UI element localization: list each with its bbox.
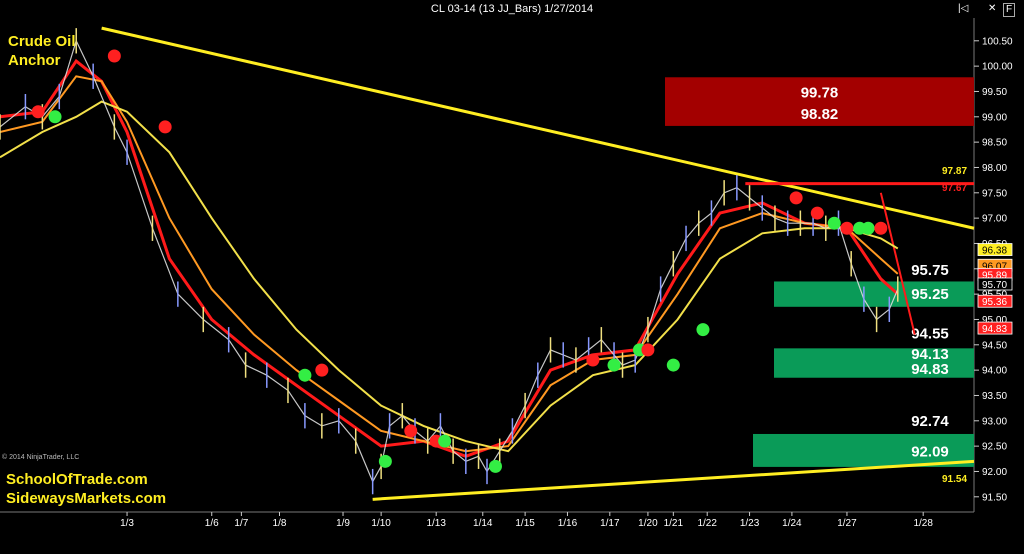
signal-dot-green [438,434,452,448]
x-tick-label: 1/7 [234,518,248,529]
y-tick-label: 94.50 [982,340,1007,351]
x-tick-label: 1/23 [740,518,760,529]
x-tick-label: 1/9 [336,518,350,529]
signal-dot-green [607,358,621,372]
price-chart[interactable]: 99.7898.8295.7595.2594.5594.1394.8392.74… [0,0,1024,554]
signal-dot-red [404,424,418,438]
moving-average-1 [0,75,899,453]
y-tick-label: 92.00 [982,467,1007,478]
zone-label-0-1: 98.82 [801,106,839,123]
price-tag-label: 95.70 [982,280,1007,291]
signal-dot-green [666,358,680,372]
signal-dot-red [107,49,121,63]
signal-dot-green [298,368,312,382]
y-tick-label: 97.00 [982,214,1007,225]
signal-dot-red [315,363,329,377]
trendline-0 [101,26,975,230]
signal-dot-red [586,353,600,367]
y-tick-label: 91.50 [982,492,1007,503]
signal-dot-red [158,120,172,134]
x-tick-label: 1/14 [473,518,493,529]
zone-label-2-0: 94.55 [911,326,949,343]
trendline-1 [372,459,975,501]
y-tick-label: 92.50 [982,442,1007,453]
signal-dot-green [827,216,841,230]
signal-dot-red [874,221,888,235]
x-tick-label: 1/13 [426,518,446,529]
footer-site-2: SidewaysMarkets.com [6,490,166,507]
signal-dot-green [48,110,62,124]
x-tick-label: 1/28 [913,518,933,529]
chart-heading-line-1: Crude Oil [8,33,76,50]
x-tick-label: 1/8 [273,518,287,529]
y-tick-label: 99.50 [982,87,1007,98]
signal-dot-red [31,105,45,119]
chart-heading-line-2: Anchor [8,52,61,69]
signal-dot-green [696,323,710,337]
price-tag-label: 94.83 [982,324,1007,335]
signal-dot-red [810,206,824,220]
x-tick-label: 1/22 [697,518,717,529]
x-tick-label: 1/16 [558,518,578,529]
x-tick-label: 1/20 [638,518,658,529]
footer-site-1: SchoolOfTrade.com [6,471,148,488]
zone-label-2-2: 94.83 [911,361,949,378]
y-tick-label: 98.50 [982,138,1007,149]
axis-annotation: 97.67 [942,183,967,194]
y-tick-label: 94.00 [982,366,1007,377]
x-tick-label: 1/21 [664,518,684,529]
x-tick-label: 1/10 [371,518,391,529]
axis-annotation: 97.87 [942,166,967,177]
x-tick-label: 1/24 [782,518,802,529]
y-tick-label: 100.00 [982,62,1013,73]
x-tick-label: 1/27 [837,518,857,529]
bottom-trendline-value: 91.54 [942,474,967,485]
zone-label-3-0: 92.74 [911,413,949,430]
zone-label-0-0: 99.78 [801,84,839,101]
y-tick-label: 93.50 [982,391,1007,402]
price-tag-label: 95.36 [982,297,1007,308]
y-tick-label: 97.50 [982,188,1007,199]
x-tick-label: 1/15 [515,518,535,529]
signal-dot-green [488,459,502,473]
signal-dot-green [378,454,392,468]
signal-dot-red [789,191,803,205]
x-tick-label: 1/3 [120,518,134,529]
y-tick-label: 99.00 [982,112,1007,123]
copyright-text: © 2014 NinjaTrader, LLC [2,453,79,461]
zone-label-1-0: 95.75 [911,262,949,279]
x-tick-label: 1/6 [205,518,219,529]
price-tag-label: 96.38 [982,246,1007,257]
x-tick-label: 1/17 [600,518,620,529]
signal-dot-red [641,343,655,357]
zone-label-3-1: 92.09 [911,443,949,460]
y-tick-label: 93.00 [982,416,1007,427]
y-tick-label: 100.50 [982,36,1013,47]
signal-dot-red [840,221,854,235]
signal-dot-green [861,221,875,235]
zone-label-1-1: 95.25 [911,286,949,303]
y-tick-label: 98.00 [982,163,1007,174]
